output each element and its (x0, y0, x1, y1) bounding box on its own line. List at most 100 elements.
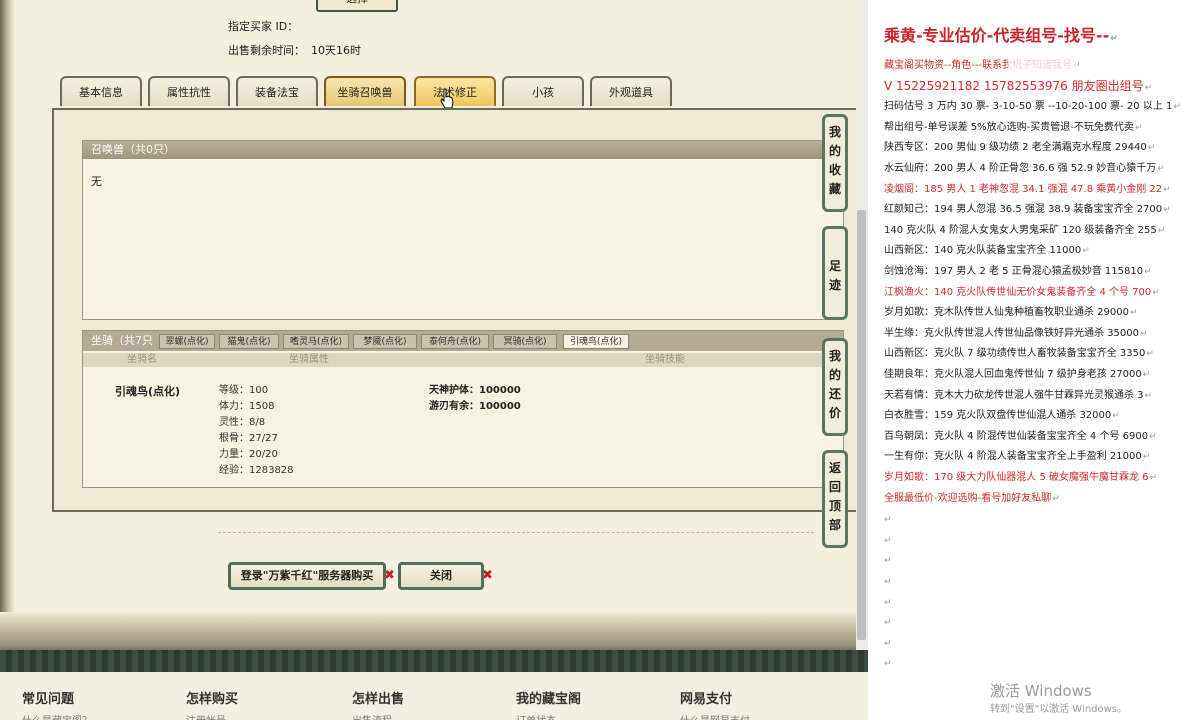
doc-line: 红颜知己：194 男人忽混 36.5 强混 38.9 装备宝宝齐全 2700↵ (884, 204, 1171, 216)
footer-decor-band (0, 650, 868, 672)
footer-link[interactable]: 什么是网易支付 (680, 712, 750, 720)
tab-attributes[interactable]: 属性抗性 (148, 76, 230, 106)
mount-tab[interactable]: 嗜灵马(点化) (283, 334, 349, 349)
col-mount-attributes: 坐骑属性 (289, 354, 329, 365)
doc-line: 帮出组号-单号误差 5%放心选购-买贵管退-不玩免费代卖↵ (884, 121, 1143, 133)
mount-attr: 根骨：27/27 (219, 433, 278, 444)
back-to-top-button[interactable]: 返回顶部 (822, 450, 848, 548)
tab-mounts-summons[interactable]: 坐骑召唤兽 (324, 76, 406, 106)
tab-equipment[interactable]: 装备法宝 (236, 76, 318, 106)
scrollbar-thumb[interactable] (857, 210, 866, 640)
doc-line: 白衣胜雪：159 克火队双盘传世仙混人通杀 32000↵ (884, 410, 1120, 422)
tab-content-panel: 召唤兽（共0只） 无 坐骑（共7只 翠螺(点化) 猫鬼(点化) 嗜灵马(点化) … (52, 108, 860, 512)
floating-overlay (1008, 46, 1078, 76)
tab-child[interactable]: 小孩 (502, 76, 584, 106)
footer-link[interactable]: 注册帐号 (186, 712, 226, 720)
doc-line: 岁月如歌：170 级大力队仙器混人 5 破女魔强牛魔甘霖龙 6↵ (884, 472, 1158, 483)
footprint-button[interactable]: 足迹 (822, 226, 848, 320)
mount-attr: 等级：100 (219, 385, 269, 396)
col-mount-skills: 坐骑技能 (645, 354, 685, 365)
doc-line: 140 克火队 4 阶混人女鬼女人男鬼采矿 120 级装备齐全 255↵ (884, 224, 1166, 236)
frame-left-border (0, 0, 14, 650)
footer-how-to-buy[interactable]: 怎样购买 (186, 688, 238, 707)
hand-cursor-icon (440, 88, 454, 109)
empty-paragraph-mark: ↵ (884, 638, 892, 649)
doc-line: 岁月如歌：克木队传世人仙鬼种植畜牧职业通杀 29000↵ (884, 307, 1138, 319)
summon-section: 召唤兽（共0只） 无 (82, 140, 844, 320)
footer-link[interactable]: 订单状态 (516, 712, 556, 720)
mount-count-label: 坐骑（共7只 (91, 334, 153, 347)
text-document: 乘黄-专业估价-代卖组号-找号--↵ 藏宝阁买物资--角色---联系我机子知道我… (868, 0, 1188, 720)
login-buy-button[interactable]: 登录"万紫千红"服务器购买 (228, 562, 386, 590)
doc-line: 半生缘：克火队传世混人传世仙品像铁好异光通杀 35000↵ (884, 327, 1148, 339)
remaining-time-row: 出售剩余时间： 10天16时 (228, 42, 361, 58)
empty-paragraph-mark: ↵ (884, 515, 892, 526)
side-label: 我的收藏 (828, 125, 841, 196)
empty-paragraph-mark: ↵ (884, 535, 892, 546)
footer-netease-pay[interactable]: 网易支付 (680, 688, 732, 707)
doc-line: 山西新区：140 克火队装备宝宝齐全 11000↵ (884, 245, 1090, 257)
tab-spell-correction[interactable]: 法术修正 (414, 76, 496, 106)
trade-detail-frame: 选择 指定买家 ID： 出售剩余时间： 10天16时 基本信息 属性抗性 装备法宝… (0, 0, 860, 652)
doc-line: 全服最低价-欢迎选购-看号加好友私聊↵ (884, 492, 1060, 504)
mount-attr: 灵性：8/8 (219, 417, 266, 428)
mount-tab[interactable]: 泰何舟(点化) (421, 334, 489, 349)
footer-faq[interactable]: 常见问题 (22, 688, 74, 707)
doc-line: 凌烟阁：185 男人 1 老神忽混 34.1 强混 47.8 乘黄小金刚 22↵ (884, 183, 1171, 195)
side-label: 返回顶部 (828, 461, 841, 532)
mount-skill: 天神护体：100000 (429, 385, 521, 396)
mount-tab-selected[interactable]: 引魂鸟(点化) (563, 334, 629, 349)
tab-appearance[interactable]: 外观道具 (590, 76, 672, 106)
mount-attr: 力量：20/20 (219, 449, 278, 460)
remaining-time-value: 10天16时 (311, 44, 361, 57)
doc-line: 一生有你：克火队 4 阶混人装备宝宝齐全上手盈利 21000↵ (884, 451, 1151, 463)
mount-column-headers: 坐骑名 坐骑属性 坐骑技能 (83, 353, 843, 367)
doc-line: 江枫渔火：140 克火队传世仙无价女鬼装备齐全 4 个号 700↵ (884, 286, 1160, 298)
footer-my-cbg[interactable]: 我的藏宝阁 (516, 688, 581, 707)
mount-tab[interactable]: 翠螺(点化) (159, 334, 215, 349)
doc-line: 百鸟朝凤：克火队 4 阶混传世仙装备宝宝齐全 4 个号 6900↵ (884, 430, 1157, 442)
mount-skill-list: 天神护体：100000 游刃有余：100000 (429, 383, 521, 415)
mount-attribute-list: 等级：100 体力：1508 灵性：8/8 根骨：27/27 力量：20/20 … (219, 383, 294, 479)
game-panel: 选择 指定买家 ID： 出售剩余时间： 10天16时 基本信息 属性抗性 装备法宝… (0, 0, 868, 720)
doc-line: V 15225921182 15782553976 朋友圈出组号↵ (884, 78, 1153, 93)
empty-paragraph-mark: ↵ (884, 597, 892, 608)
doc-line: 天若有情：克木大力砍龙传世混人强牛甘霖异光灵猴通杀 3↵ (884, 389, 1153, 401)
designated-buyer-label: 指定买家 ID： (228, 20, 299, 33)
close-x-icon: ✖ (482, 568, 493, 583)
mount-attr: 体力：1508 (219, 401, 275, 412)
mount-tab[interactable]: 猫鬼(点化) (219, 334, 279, 349)
vertical-scrollbar[interactable] (856, 0, 868, 650)
col-mount-name: 坐骑名 (127, 354, 157, 365)
remaining-time-label: 出售剩余时间： (228, 44, 305, 57)
divider (218, 532, 814, 533)
doc-line: 佳期良年：克火队混人回血鬼传世仙 7 级护身老孩 27000↵ (884, 369, 1151, 380)
footer-link[interactable]: 什么是藏宝阁？ (22, 712, 92, 720)
close-button[interactable]: 关闭 (398, 562, 484, 590)
mount-tab-bar: 坐骑（共7只 翠螺(点化) 猫鬼(点化) 嗜灵马(点化) 梦魇(点化) 泰何舟(… (83, 331, 843, 351)
side-label: 我的还价 (828, 349, 841, 420)
favorites-button[interactable]: 我的收藏 (822, 114, 848, 212)
empty-paragraph-mark: ↵ (884, 577, 892, 587)
tab-basic-info[interactable]: 基本信息 (60, 76, 142, 106)
empty-paragraph-mark: ↵ (884, 659, 892, 670)
footer-link[interactable]: 出售流程 (352, 712, 392, 720)
frame-bottom-border (0, 612, 856, 652)
empty-paragraph-mark: ↵ (884, 618, 892, 629)
doc-line: 山西新区：克火队 7 级功绩传世人畜牧装备宝宝齐全 3350↵ (884, 348, 1154, 360)
mount-section: 坐骑（共7只 翠螺(点化) 猫鬼(点化) 嗜灵马(点化) 梦魇(点化) 泰何舟(… (82, 330, 844, 488)
mount-skill: 游刃有余：100000 (429, 401, 521, 412)
mount-tab[interactable]: 梦魇(点化) (353, 334, 417, 349)
summon-empty-text: 无 (91, 175, 102, 188)
select-button[interactable]: 选择 (316, 0, 398, 12)
doc-line: 水云仙府：200 男人 4 阶正骨忽 36.6 强 52.9 妙音心猿千万↵ (884, 163, 1165, 174)
summon-header: 召唤兽（共0只） (83, 141, 843, 159)
close-x-icon: ✖ (384, 568, 395, 583)
footer-how-to-sell[interactable]: 怎样出售 (352, 688, 404, 707)
designated-buyer-row: 指定买家 ID： (228, 18, 304, 34)
my-counteroffer-button[interactable]: 我的还价 (822, 338, 848, 436)
doc-title: 乘黄-专业估价-代卖组号-找号--↵ (884, 26, 1118, 45)
mount-attr: 经验：1283828 (219, 465, 294, 476)
activate-windows-subtitle: 转到"设置"以激活 Windows。 (990, 704, 1128, 715)
mount-tab[interactable]: 冥骑(点化) (493, 334, 557, 349)
